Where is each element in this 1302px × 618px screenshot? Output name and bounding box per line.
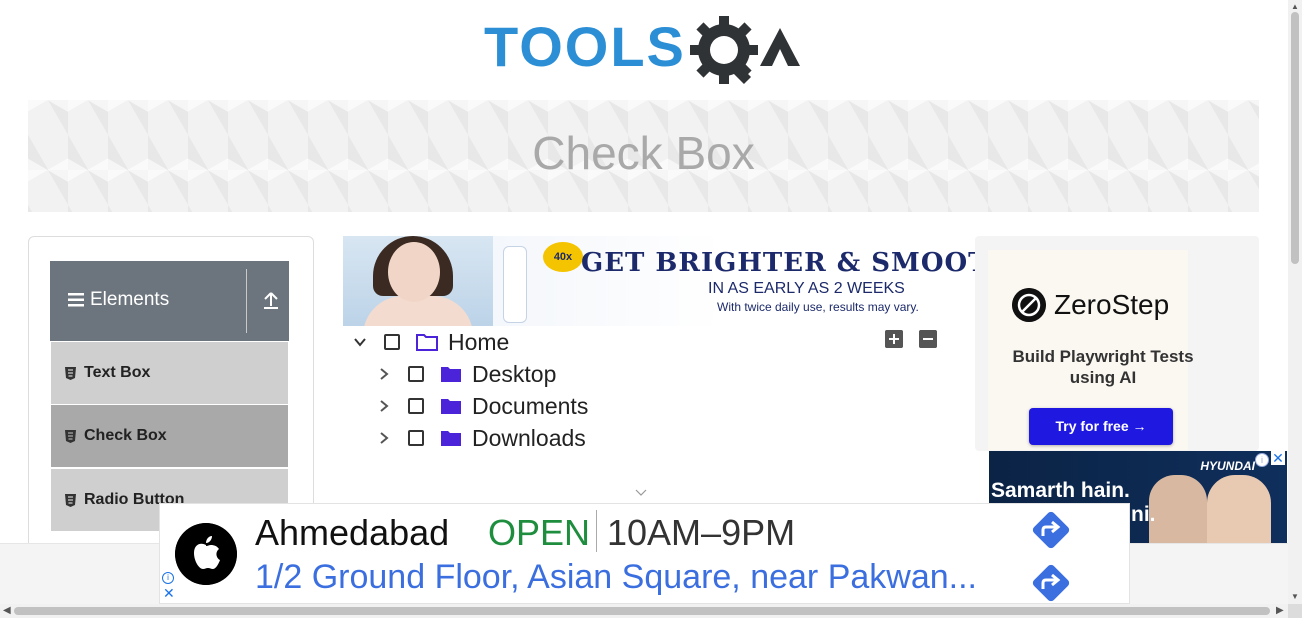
desktop-checkbox[interactable] [408, 366, 424, 382]
ad-city: Ahmedabad [255, 512, 450, 553]
tree-node-label[interactable]: Desktop [472, 361, 556, 388]
sidebar-item-text-box[interactable]: Text Box [51, 342, 288, 405]
vertical-scrollbar[interactable]: ▲ ▼ [1288, 0, 1302, 604]
upload-arrow-icon[interactable] [260, 289, 282, 311]
folder-open-icon [416, 334, 438, 351]
gear-icon [690, 16, 758, 85]
ad-person-image [1149, 475, 1207, 543]
tree-node-desktop: Desktop [376, 358, 556, 390]
apple-logo-icon [175, 523, 237, 585]
ad-headline: GET BRIGHTER & SMOOTHER [581, 248, 975, 278]
html5-icon [65, 367, 76, 380]
ad-open-status: OPEN [488, 512, 591, 553]
ad-badge: 40x [543, 242, 583, 272]
tree-node-home: Home [352, 326, 509, 358]
ad-tagline: Build Playwright Tests using AI [1012, 347, 1194, 387]
hamburger-icon [68, 293, 84, 307]
horizontal-scrollbar[interactable]: ◀ ▶ [0, 604, 1288, 618]
ad-card: ZeroStep Build Playwright Tests using AI… [988, 250, 1194, 450]
documents-checkbox[interactable] [408, 398, 424, 414]
zerostep-logo-icon [1012, 288, 1046, 322]
chevron-right-icon[interactable] [376, 366, 392, 382]
sidebar-group-elements[interactable]: Elements [50, 261, 289, 341]
ad-note: With twice daily use, results may vary. [717, 300, 919, 314]
directions-icon[interactable] [1027, 559, 1075, 607]
logo-letter-a [760, 28, 800, 66]
ad-message-line1: Samarth hain. [991, 479, 1130, 502]
expand-all-button[interactable] [885, 330, 903, 348]
chevron-down-icon [635, 489, 647, 496]
divider [246, 269, 247, 333]
tree-node-documents: Documents [376, 390, 588, 422]
tree-node-label[interactable]: Home [448, 329, 509, 356]
scroll-left-icon[interactable]: ◀ [3, 605, 11, 616]
ad-info-icon[interactable]: i [1255, 453, 1269, 467]
scrollbar-thumb[interactable] [14, 607, 1270, 615]
collapse-all-button[interactable] [919, 330, 937, 348]
ad-zerostep[interactable]: ZeroStep Build Playwright Tests using AI… [975, 236, 1259, 451]
try-for-free-button[interactable]: Try for free → [1029, 408, 1173, 445]
scrollbar-corner [1288, 604, 1302, 618]
page-banner: Check Box [28, 100, 1259, 212]
ad-model-image [343, 236, 493, 326]
html5-icon [65, 494, 76, 507]
chevron-down-icon[interactable] [352, 334, 368, 350]
ad-product-image [503, 246, 527, 323]
toolsqa-logo[interactable]: TOOLS [484, 16, 808, 90]
home-checkbox[interactable] [384, 334, 400, 350]
scroll-down-icon[interactable]: ▼ [1291, 592, 1299, 601]
ad-close-icon[interactable]: ✕ [163, 586, 175, 600]
ad-brand-name: ZeroStep [1054, 289, 1170, 320]
ad-person-image [1207, 475, 1271, 543]
sidebar-item-check-box[interactable]: Check Box [51, 405, 288, 468]
divider [596, 510, 597, 552]
ad-brand: HYUNDAI [1200, 459, 1255, 473]
ad-hours: 10AM–9PM [607, 512, 796, 553]
downloads-checkbox[interactable] [408, 430, 424, 446]
tree-node-label[interactable]: Documents [472, 393, 588, 420]
scroll-up-icon[interactable]: ▲ [1291, 2, 1299, 11]
ad-close-icon[interactable]: ✕ [1271, 451, 1285, 465]
scroll-right-icon[interactable]: ▶ [1276, 605, 1284, 616]
tree-node-label[interactable]: Downloads [472, 425, 586, 452]
ad-address[interactable]: 1/2 Ground Floor, Asian Square, near Pak… [255, 558, 977, 597]
ad-brand: ZeroStep [1012, 288, 1169, 322]
page-title: Check Box [532, 127, 755, 179]
folder-icon [441, 399, 461, 414]
ad-subline: IN AS EARLY AS 2 WEEKS [708, 280, 905, 297]
sidebar-item-label: Text Box [84, 364, 151, 381]
chevron-right-icon[interactable] [376, 398, 392, 414]
sidebar-item-label: Check Box [84, 427, 167, 444]
html5-icon [65, 430, 76, 443]
sidebar-group-label: Elements [90, 289, 170, 310]
ad-apple-store[interactable]: Ahmedabad OPEN 10AM–9PM 1/2 Ground Floor… [159, 503, 1130, 604]
folder-icon [441, 431, 461, 446]
ad-banner-top[interactable]: 40x GET BRIGHTER & SMOOTHER IN AS EARLY … [343, 236, 975, 326]
folder-icon [441, 367, 461, 382]
ad-info-icon[interactable]: i [162, 572, 174, 584]
tree-node-downloads: Downloads [376, 422, 586, 454]
directions-icon[interactable] [1027, 506, 1075, 554]
scrollbar-thumb[interactable] [1291, 12, 1299, 264]
logo-text-tools: TOOLS [484, 16, 686, 78]
chevron-right-icon[interactable] [376, 430, 392, 446]
